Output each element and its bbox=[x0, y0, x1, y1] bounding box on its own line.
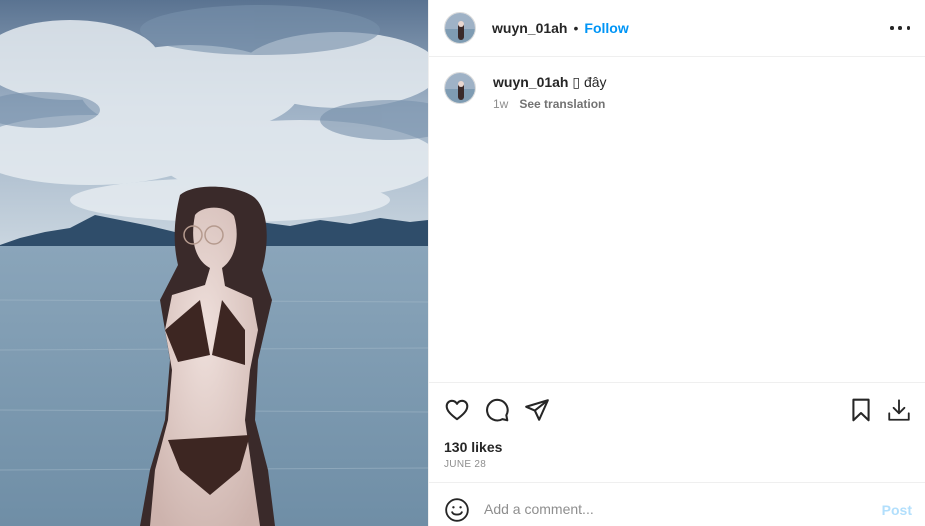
caption-avatar[interactable] bbox=[444, 72, 476, 104]
separator-dot: • bbox=[573, 20, 579, 36]
comment-input[interactable] bbox=[484, 493, 864, 525]
comment-icon[interactable] bbox=[484, 397, 510, 423]
follow-button[interactable]: Follow bbox=[584, 20, 628, 36]
post-actions: 130 likes June 28 bbox=[429, 382, 925, 482]
post-header: wuyn_01ah • Follow bbox=[429, 0, 925, 57]
avatar[interactable] bbox=[444, 12, 476, 44]
share-icon[interactable] bbox=[524, 397, 550, 423]
more-horizontal-icon[interactable] bbox=[890, 18, 910, 38]
post-side-panel: wuyn_01ah • Follow wuyn_01ah ▯ đây 1w Se… bbox=[428, 0, 925, 526]
post-photo[interactable] bbox=[0, 0, 428, 526]
post-image bbox=[0, 0, 428, 526]
caption-text: ▯ đây bbox=[572, 74, 607, 90]
heart-icon[interactable] bbox=[444, 397, 470, 423]
post-author-username[interactable]: wuyn_01ah bbox=[492, 20, 567, 36]
download-icon[interactable] bbox=[886, 397, 912, 423]
emoji-icon[interactable] bbox=[444, 497, 470, 523]
likes-count[interactable]: 130 likes bbox=[444, 439, 502, 455]
comment-bar: Post bbox=[429, 482, 925, 526]
post-caption: wuyn_01ah ▯ đây 1w See translation bbox=[444, 72, 904, 111]
caption-username[interactable]: wuyn_01ah bbox=[493, 74, 568, 90]
caption-age[interactable]: 1w bbox=[493, 97, 508, 111]
post-date[interactable]: June 28 bbox=[444, 459, 486, 470]
post-dialog: wuyn_01ah • Follow wuyn_01ah ▯ đây 1w Se… bbox=[0, 0, 925, 526]
see-translation-button[interactable]: See translation bbox=[519, 97, 605, 111]
post-comment-button[interactable]: Post bbox=[882, 502, 912, 518]
bookmark-icon[interactable] bbox=[848, 397, 874, 423]
